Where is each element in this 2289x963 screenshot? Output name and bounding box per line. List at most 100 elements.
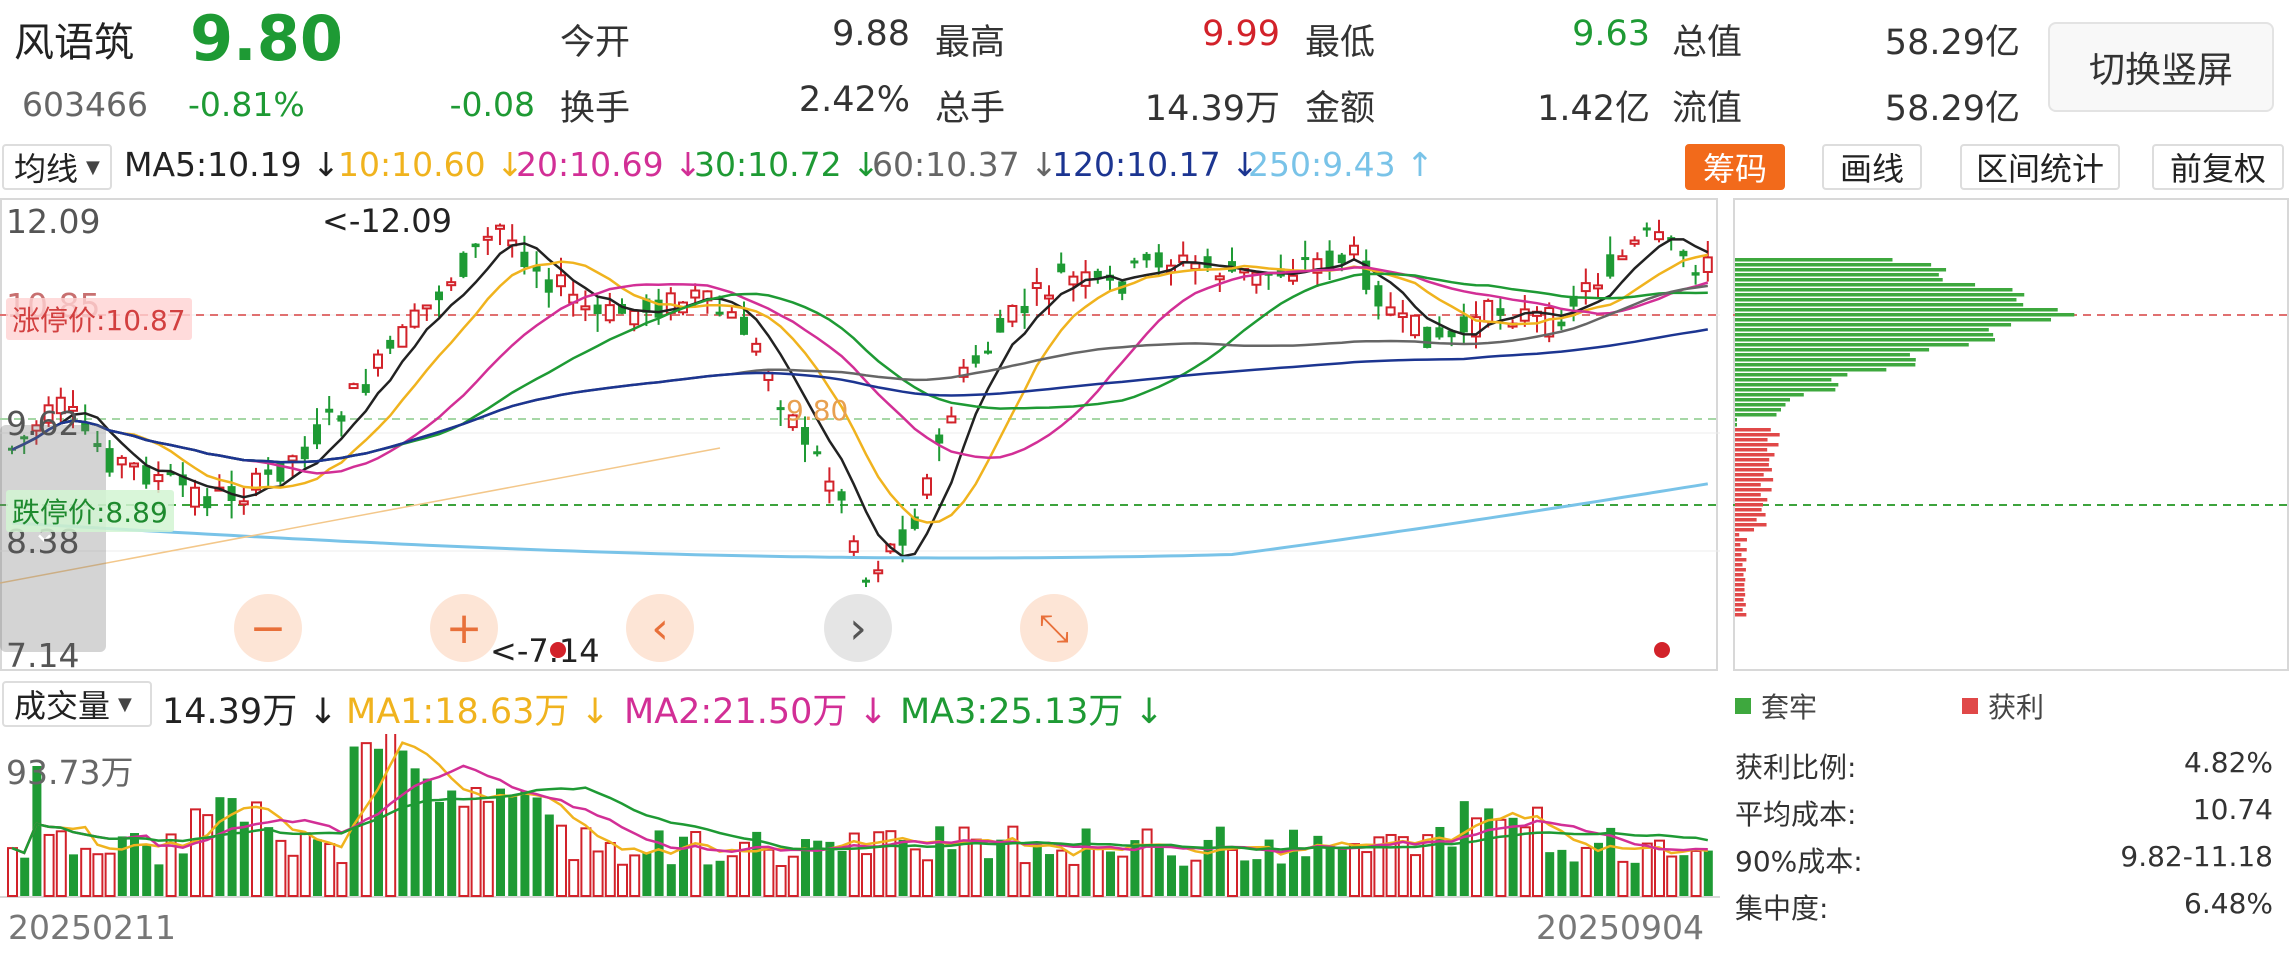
chip-bar [1735,448,1768,452]
volume-ma1: MA1:18.63万 ↓ [346,683,610,734]
chip-bar [1735,563,1743,567]
chip-bar [1735,263,1932,267]
volume-value: 14.39万 [1144,89,1280,129]
chip-bar [1735,493,1761,497]
candle-body [446,281,457,287]
chip-bar [1735,578,1746,582]
ma-value: 60:10.37 [872,145,1020,184]
chip-bar [1735,318,2052,322]
draw-line-button[interactable]: 画线 [1822,144,1922,190]
chip-bar [1735,533,1740,537]
chip-bar [1735,443,1779,447]
candle-body [1606,254,1615,277]
volume-ma2-value: MA2:21.50万 [624,692,848,732]
chip-bar [1735,303,2024,307]
candle-body [824,480,835,492]
chip-bar [1735,418,1737,422]
shrink-button[interactable]: ⤡ [1020,594,1088,662]
shrink-icon: ⤡ [1038,605,1070,650]
volume-bar [787,855,799,898]
volume-bar [482,800,494,897]
high-label: 最高 [935,23,1006,63]
stock-change-pct: -0.81% [188,85,305,124]
chip-bar [1735,288,2013,292]
volume-bar [1276,863,1286,896]
chip-bar [1735,373,1848,377]
volume-bar [1349,843,1360,897]
volume-bar [861,853,872,897]
volume-bar [1056,849,1068,898]
zoom-in-button[interactable]: + [430,594,498,662]
volume-bar [1361,851,1373,897]
interval-stats-button[interactable]: 区间统计 [1960,144,2120,190]
ma-type-dropdown[interactable]: 均线 ▼ [2,144,112,190]
chip-bar [1735,543,1741,547]
candle-body [409,309,420,328]
volume-bar [1092,846,1104,897]
volume-chart[interactable] [0,734,1720,898]
volume-bar [629,854,641,897]
candle-body [776,407,785,411]
switch-portrait-button[interactable]: 切换竖屏 [2048,22,2274,112]
y-axis-top-label: 12.09 [6,202,101,241]
candle-body [1483,299,1494,323]
volume-bar [703,864,713,896]
volume-bar [1447,846,1457,896]
chip-bar [1735,313,2075,317]
zoom-out-button[interactable]: − [234,594,302,662]
volume-bar [1007,825,1019,897]
stat-90-cost-value: 9.82-11.18 [2120,840,2273,873]
candle-body [740,316,748,335]
volume-bar [130,833,139,896]
candle-body [105,448,114,473]
volume-bar [1337,846,1347,896]
chips-button[interactable]: 筹码 [1685,144,1785,190]
chip-bar [1735,598,1744,602]
chip-bar [1735,593,1746,597]
chip-bar [1735,463,1769,467]
chip-bar [1735,483,1761,487]
chip-bar [1735,508,1762,512]
chip-bar [1735,498,1768,502]
volume-ma3: MA3:25.13万 ↓ [900,683,1164,734]
chip-bar [1735,348,1930,352]
volume-label: 总手 [935,89,1006,129]
volume-bar [374,748,383,896]
candle-body [386,339,395,349]
stock-price: 9.80 [190,2,343,75]
volume-bar [1190,859,1202,897]
y-axis-bottom-label: 7.14 [6,636,80,675]
volume-ma3-value: MA3:25.13万 [900,692,1124,732]
candle-body [922,477,932,496]
adjust-button[interactable]: 前复权 [2152,144,2284,190]
volume-bar [775,864,787,898]
next-button[interactable]: › [824,594,892,662]
volume-bar [1557,849,1567,896]
candle-body [544,279,553,293]
chip-distribution-chart [1733,198,2289,671]
volume-bar [1471,817,1482,897]
legend-profit-label: 获利 [1988,691,2045,724]
volume-bar [1325,845,1335,896]
ma-value: 30:10.72 [694,145,842,184]
legend-trapped: 套牢 [1735,686,1817,726]
stock-code: 603466 [22,85,148,124]
chip-bar [1735,553,1742,557]
volume-ma3-arrow: ↓ [1134,692,1164,732]
indicator-dropdown[interactable]: 成交量 ▼ [2,681,152,727]
volume-bar [92,853,104,897]
stock-name: 风语筑 [14,20,134,66]
legend-profit: 获利 [1962,686,2044,726]
volume-bar [1154,845,1164,896]
volume-bar [726,855,738,897]
amount-value: 1.42亿 [1537,89,1650,129]
volume-bar [80,847,92,898]
prev-button[interactable]: ‹ [626,594,694,662]
chip-bar [1735,293,2025,297]
chip-bar [1735,503,1763,507]
volume-bar [617,863,628,897]
ma-value: 20:10.69 [516,145,664,184]
volume-bar [1240,860,1250,896]
candle-body [1629,239,1640,245]
chip-bar [1735,513,1766,517]
